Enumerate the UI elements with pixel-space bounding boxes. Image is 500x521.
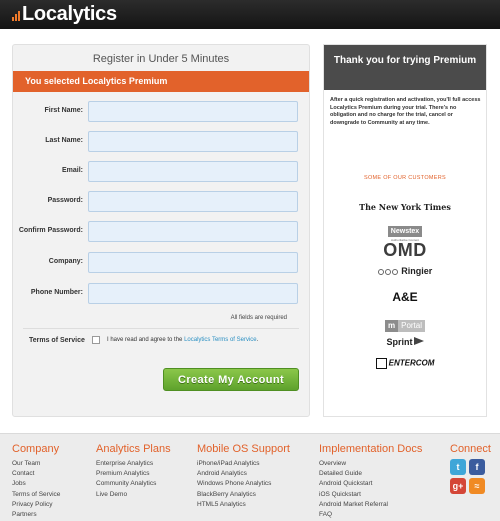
ae-logo: A&E (392, 290, 418, 304)
footer-col-title: Company (12, 443, 60, 455)
footer-col-title: Analytics Plans (96, 443, 171, 455)
footer-col-analytics-plans: Analytics Plans Enterprise Analytics Pre… (96, 442, 171, 500)
confirm-password-input[interactable] (88, 221, 298, 242)
create-account-button[interactable]: Create My Account (163, 368, 299, 391)
footer-link[interactable]: Premium Analytics (96, 469, 171, 479)
footer-link[interactable]: Terms of Service (12, 490, 60, 500)
footer-link[interactable]: Android Market Referral (319, 500, 422, 510)
premium-info-panel: Thank you for trying Premium After a qui… (323, 44, 487, 417)
footer-link[interactable]: Jobs (12, 479, 60, 489)
first-name-input[interactable] (88, 101, 298, 122)
tos-link[interactable]: Localytics Terms of Service (184, 337, 257, 343)
tos-checkbox[interactable] (92, 336, 100, 344)
omd-logo: OMD (383, 240, 427, 260)
footer-link[interactable]: iPhone/iPad Analytics (197, 459, 290, 469)
mportal-logo: m Portal (324, 315, 486, 333)
twitter-icon[interactable]: t (450, 459, 466, 475)
tos-text: I have read and agree to the Localytics … (107, 337, 258, 343)
localytics-logo[interactable]: Localytics (12, 2, 117, 26)
logo-text: Localytics (22, 3, 117, 25)
footer-col-company: Company Our Team Contact Jobs Terms of S… (12, 442, 60, 520)
social-icons: t f g+ ≈ (450, 459, 486, 494)
divider (23, 328, 299, 329)
mportal-wordmark: Portal (398, 320, 426, 332)
footer-link[interactable]: Our Team (12, 459, 60, 469)
ring-icon (377, 268, 384, 275)
side-description: After a quick registration and activatio… (330, 97, 481, 126)
sprint-wing-icon (413, 337, 424, 345)
footer-link[interactable]: Contact (12, 469, 60, 479)
ringier-logo: Ringier (324, 266, 486, 276)
footer-col-mobile-os: Mobile OS Support iPhone/iPad Analytics … (197, 442, 290, 510)
company-label: Company: (48, 258, 83, 265)
footer-link[interactable]: Windows Phone Analytics (197, 479, 290, 489)
tos-period: . (256, 337, 259, 343)
footer-link[interactable]: Android Quickstart (319, 479, 422, 489)
sprint-wordmark: Sprint (386, 337, 413, 347)
entercom-mark-icon (375, 358, 387, 369)
tos-label: Terms of Service (29, 337, 85, 344)
footer-link[interactable]: Live Demo (96, 490, 171, 500)
rss-icon[interactable]: ≈ (469, 478, 485, 494)
registration-panel: Register in Under 5 Minutes You selected… (12, 44, 310, 417)
phone-number-label: Phone Number: (30, 289, 83, 296)
company-input[interactable] (88, 252, 298, 273)
footer-link[interactable]: Enterprise Analytics (96, 459, 171, 469)
footer-col-title: Connect (450, 443, 491, 455)
newstex-logo: Newstex Authoritative Content (324, 220, 486, 242)
customers-heading: SOME OF OUR CUSTOMERS (364, 175, 446, 181)
form-title: Register in Under 5 Minutes (92, 53, 230, 65)
footer-col-connect: Connect t f g+ ≈ (450, 442, 491, 494)
plan-banner: You selected Localytics Premium (13, 71, 309, 92)
footer-link[interactable]: Detailed Guide (319, 469, 422, 479)
footer-link[interactable]: Privacy Policy (12, 500, 60, 510)
password-label: Password: (47, 197, 83, 204)
footer-col-implementation-docs: Implementation Docs Overview Detailed Gu… (319, 442, 422, 520)
footer-link[interactable]: FAQ (319, 510, 422, 520)
google-plus-icon[interactable]: g+ (450, 478, 466, 494)
footer-link[interactable]: Overview (319, 459, 422, 469)
site-footer: Company Our Team Contact Jobs Terms of S… (0, 433, 500, 521)
top-bar: Localytics (0, 0, 500, 29)
last-name-label: Last Name: (45, 137, 83, 144)
required-note: All fields are required (230, 315, 287, 321)
mportal-m-mark: m (384, 320, 399, 332)
facebook-icon[interactable]: f (469, 459, 485, 475)
footer-link[interactable]: Community Analytics (96, 479, 171, 489)
sprint-logo: Sprint (324, 337, 486, 347)
footer-link[interactable]: BlackBerry Analytics (197, 490, 290, 500)
footer-col-title: Mobile OS Support (197, 443, 290, 455)
logo-bars-icon (12, 11, 20, 26)
newstex-wordmark: Newstex (387, 226, 423, 237)
footer-link[interactable]: Partners (12, 510, 60, 520)
tos-agree-text: I have read and agree to the (107, 337, 183, 343)
email-input[interactable] (88, 161, 298, 182)
footer-col-title: Implementation Docs (319, 443, 423, 455)
email-label: Email: (61, 167, 83, 174)
entercom-logo: ENTERCOM (324, 358, 486, 369)
entercom-wordmark: ENTERCOM (388, 358, 435, 368)
footer-link[interactable]: Android Analytics (197, 469, 290, 479)
password-input[interactable] (88, 191, 298, 212)
ringier-wordmark: Ringier (401, 266, 433, 276)
footer-link[interactable]: iOS Quickstart (319, 490, 422, 500)
footer-link[interactable]: HTML5 Analytics (197, 500, 290, 510)
confirm-password-label: Confirm Password: (18, 227, 83, 234)
ring-icon (391, 268, 398, 275)
last-name-input[interactable] (88, 131, 298, 152)
first-name-label: First Name: (44, 107, 83, 114)
ring-icon (384, 268, 391, 275)
side-heading: Thank you for trying Premium (324, 45, 486, 90)
phone-number-input[interactable] (88, 283, 298, 304)
nyt-logo: The New York Times (359, 202, 451, 212)
